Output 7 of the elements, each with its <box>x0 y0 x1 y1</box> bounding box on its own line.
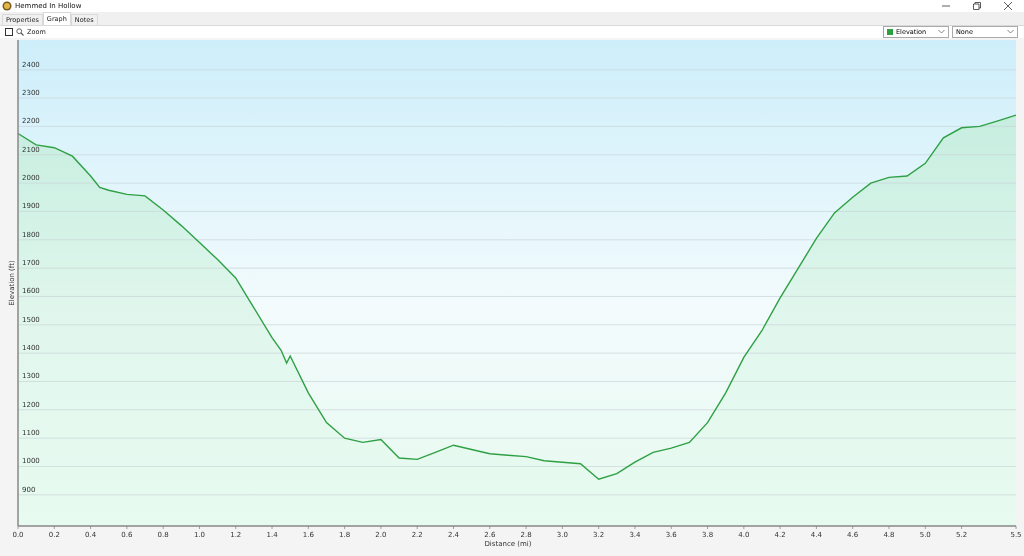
close-icon[interactable] <box>1003 0 1013 11</box>
chevron-icon <box>938 29 945 35</box>
magnifier-icon <box>16 27 24 36</box>
chevron-icon <box>1007 29 1014 35</box>
restore-icon[interactable] <box>972 0 982 11</box>
zoom-checkbox[interactable] <box>5 27 13 36</box>
app-icon <box>2 0 12 11</box>
